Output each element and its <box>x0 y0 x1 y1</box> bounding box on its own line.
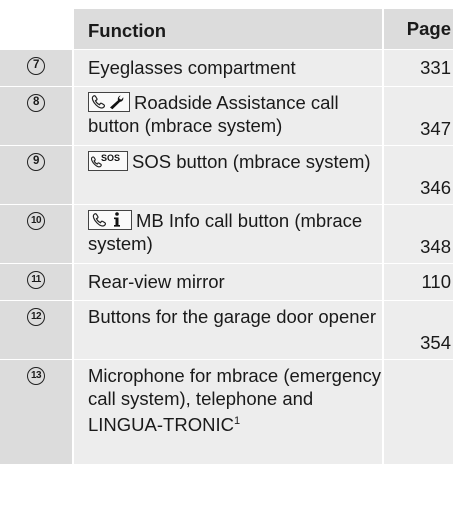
header-page: Page <box>382 9 453 49</box>
phone-info-icon <box>88 210 132 230</box>
table-header-row: Function Page <box>0 9 455 50</box>
page-number: 354 <box>420 332 451 353</box>
page-number: 331 <box>420 57 451 78</box>
page-number: 346 <box>420 177 451 198</box>
function-text: Buttons for the garage door opener <box>88 306 376 327</box>
phone-sos-icon: SOS <box>88 151 128 171</box>
page-number: 110 <box>421 271 452 292</box>
function-text: Rear-view mirror <box>88 271 225 292</box>
table-row: 7 Eyeglasses compartment 331 <box>0 50 455 87</box>
function-text: SOS button (mbrace system) <box>132 151 371 172</box>
header-function: Function <box>72 9 382 49</box>
table-row: 9 SOS SOS button (mbrace system) 346 <box>0 146 455 205</box>
function-text: Eyeglasses compartment <box>88 57 296 78</box>
item-number-8: 8 <box>27 94 45 112</box>
item-number-13: 13 <box>27 367 45 385</box>
function-table: Function Page 7 Eyeglasses compartment 3… <box>0 9 455 464</box>
item-number-7: 7 <box>27 57 45 75</box>
table-row: 12 Buttons for the garage door opener 35… <box>0 301 455 360</box>
page-number: 348 <box>420 236 451 257</box>
item-number-9: 9 <box>27 153 45 171</box>
table-row: 11 Rear-view mirror 110 <box>0 264 455 301</box>
page-number: 347 <box>420 118 451 139</box>
footnote-marker: 1 <box>233 415 241 427</box>
item-number-11: 11 <box>27 271 45 289</box>
header-number-cell <box>0 9 72 49</box>
table-row: 10 MB Info call button (mbrace system) 3… <box>0 205 455 264</box>
item-number-10: 10 <box>27 212 45 230</box>
table-row: 8 Roadside Assistance call button (mbrac… <box>0 87 455 146</box>
phone-wrench-icon <box>88 92 130 112</box>
svg-text:SOS: SOS <box>101 153 120 163</box>
table-row: 13 Microphone for mbrace (emergency call… <box>0 360 455 464</box>
item-number-12: 12 <box>27 308 45 326</box>
